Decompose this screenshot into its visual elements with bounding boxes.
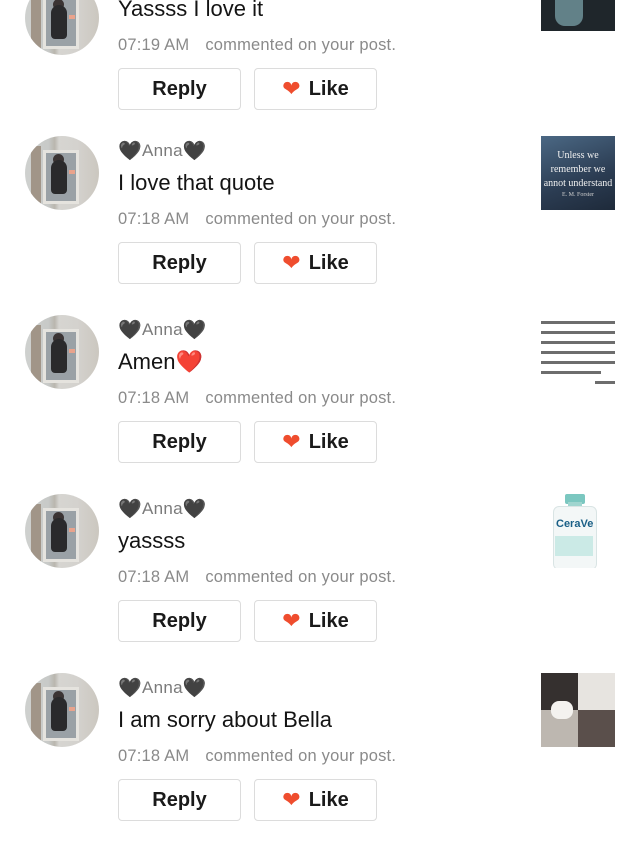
comment-text: I love that quote xyxy=(118,170,275,195)
username[interactable]: 🖤Anna🖤 xyxy=(118,497,207,521)
username[interactable]: 🖤Anna🖤 xyxy=(118,318,207,342)
comment-text: Amen❤️ xyxy=(118,349,203,375)
username[interactable]: 🖤Anna🖤 xyxy=(118,676,207,700)
avatar[interactable] xyxy=(25,673,99,747)
black-heart-icon: 🖤 xyxy=(182,678,207,699)
comment-time: 07:18 AM xyxy=(118,389,190,407)
reply-label: Reply xyxy=(152,430,207,453)
comment-meta: 07:18 AM commented on your post. xyxy=(118,568,396,587)
heart-icon: ❤ xyxy=(282,429,301,454)
heart-icon: ❤ xyxy=(282,787,301,812)
like-button[interactable]: ❤ Like xyxy=(254,600,377,642)
post-thumbnail[interactable] xyxy=(541,0,615,31)
thumbnail-text: CeraVe xyxy=(556,518,594,530)
comment-meta: 07:18 AM commented on your post. xyxy=(118,210,396,229)
avatar[interactable] xyxy=(25,494,99,568)
heart-icon: ❤ xyxy=(282,76,301,101)
avatar[interactable] xyxy=(25,136,99,210)
like-button[interactable]: ❤ Like xyxy=(254,779,377,821)
comment-text-value: Amen xyxy=(118,349,176,374)
reply-button[interactable]: Reply xyxy=(118,242,241,284)
black-heart-icon: 🖤 xyxy=(118,678,142,699)
like-label: Like xyxy=(308,77,349,100)
reply-button[interactable]: Reply xyxy=(118,779,241,821)
comment-text: I am sorry about Bella xyxy=(118,707,332,732)
like-button[interactable]: ❤ Like xyxy=(254,421,377,463)
username-text: Anna xyxy=(141,678,183,697)
comment-action: commented on your post. xyxy=(205,747,397,765)
red-heart-icon: ❤️ xyxy=(175,349,203,374)
comment-time: 07:19 AM xyxy=(118,36,190,54)
heart-icon: ❤ xyxy=(282,250,301,275)
black-heart-icon: 🖤 xyxy=(182,320,207,341)
black-heart-icon: 🖤 xyxy=(118,499,142,520)
heart-icon: ❤ xyxy=(282,608,301,633)
comment-action: commented on your post. xyxy=(205,568,397,586)
comment-meta: 07:18 AM commented on your post. xyxy=(118,389,396,408)
thumbnail-text: annot understand xyxy=(543,178,613,189)
comment-notification: 🖤Anna🖤 Amen❤️ 07:18 AM commented on your … xyxy=(0,315,640,496)
like-label: Like xyxy=(308,251,349,274)
comment-notification: 🖤Anna🖤 I love that quote 07:18 AM comment… xyxy=(0,136,640,317)
black-heart-icon: 🖤 xyxy=(182,499,207,520)
comment-time: 07:18 AM xyxy=(118,210,190,228)
username-text: Anna xyxy=(141,499,183,518)
thumbnail-text: remember we xyxy=(550,164,606,175)
comment-text: Yassss I love it xyxy=(118,0,264,21)
post-thumbnail[interactable]: CeraVe xyxy=(541,494,615,568)
comment-notification: Yassss I love it 07:19 AM commented on yo… xyxy=(0,0,640,143)
reply-button[interactable]: Reply xyxy=(118,421,241,463)
comment-action: commented on your post. xyxy=(205,389,397,407)
notifications-feed: Yassss I love it 07:19 AM commented on yo… xyxy=(0,0,640,855)
like-button[interactable]: ❤ Like xyxy=(254,242,377,284)
username-text: Anna xyxy=(141,141,183,160)
comment-time: 07:18 AM xyxy=(118,747,190,765)
reply-label: Reply xyxy=(152,788,207,811)
username[interactable]: 🖤Anna🖤 xyxy=(118,139,207,163)
comment-action: commented on your post. xyxy=(205,36,397,54)
post-thumbnail[interactable] xyxy=(541,315,615,389)
comment-text: yassss xyxy=(118,528,186,553)
black-heart-icon: 🖤 xyxy=(118,141,142,162)
reply-label: Reply xyxy=(152,609,207,632)
comment-action: commented on your post. xyxy=(205,210,397,228)
post-thumbnail[interactable]: Unless we remember we annot understand E… xyxy=(541,136,615,210)
avatar[interactable] xyxy=(25,0,99,55)
comment-meta: 07:18 AM commented on your post. xyxy=(118,747,396,766)
avatar[interactable] xyxy=(25,315,99,389)
post-thumbnail[interactable] xyxy=(541,673,615,747)
reply-button[interactable]: Reply xyxy=(118,600,241,642)
comment-time: 07:18 AM xyxy=(118,568,190,586)
comment-notification: 🖤Anna🖤 I am sorry about Bella 07:18 AM co… xyxy=(0,673,640,854)
comment-notification: 🖤Anna🖤 yassss 07:18 AM commented on your … xyxy=(0,494,640,675)
reply-label: Reply xyxy=(152,251,207,274)
black-heart-icon: 🖤 xyxy=(182,141,207,162)
like-button[interactable]: ❤ Like xyxy=(254,68,377,110)
black-heart-icon: 🖤 xyxy=(118,320,142,341)
like-label: Like xyxy=(308,430,349,453)
username-text: Anna xyxy=(141,320,183,339)
reply-label: Reply xyxy=(152,77,207,100)
reply-button[interactable]: Reply xyxy=(118,68,241,110)
like-label: Like xyxy=(308,788,349,811)
thumbnail-text: Unless we xyxy=(557,150,599,161)
comment-meta: 07:19 AM commented on your post. xyxy=(118,36,396,55)
like-label: Like xyxy=(308,609,349,632)
thumbnail-text: E. M. Forster xyxy=(562,192,594,198)
